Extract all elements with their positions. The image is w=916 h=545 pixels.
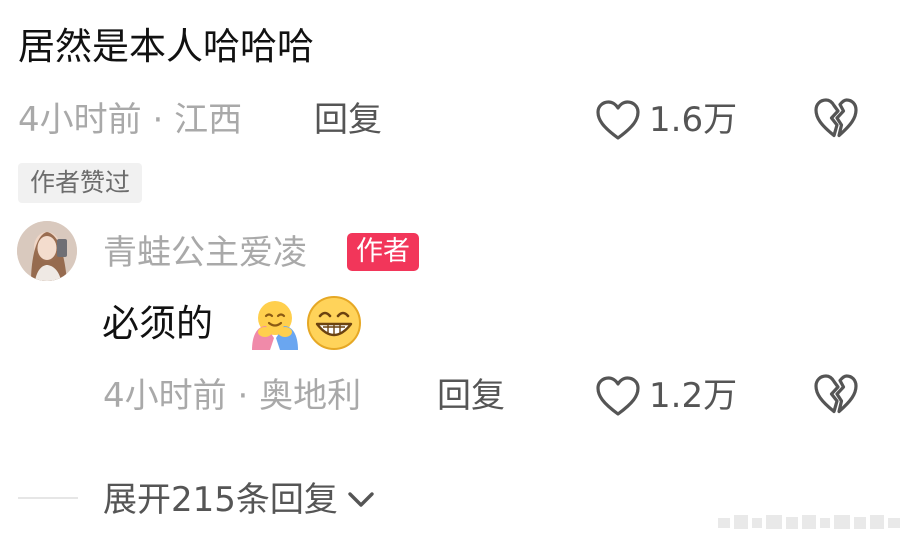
- divider: [18, 497, 78, 499]
- heart-outline-icon: [595, 375, 641, 417]
- reply-like-button[interactable]: 1.2万: [595, 374, 737, 418]
- reply-meta: 4小时前 · 奥地利: [103, 374, 361, 418]
- hug-emoji: [246, 294, 304, 352]
- reply-dislike-button[interactable]: [812, 374, 860, 418]
- comment-text: 居然是本人哈哈哈: [18, 25, 314, 68]
- reply-username[interactable]: 青蛙公主爱凌: [103, 231, 307, 275]
- comment-location: 江西: [174, 100, 243, 140]
- reply-time: 4小时前: [103, 376, 227, 416]
- comment-meta: 4小时前 · 江西: [18, 98, 242, 142]
- meta-separator: ·: [237, 376, 249, 416]
- author-badge: 作者: [347, 233, 419, 271]
- expand-replies-label: 展开215条回复: [103, 480, 338, 520]
- reply-location: 奥地利: [259, 376, 362, 416]
- comment-thread: 居然是本人哈哈哈 4小时前 · 江西 回复 1.6万 作者赞过 青蛙公主爱凌 作…: [0, 0, 916, 545]
- broken-heart-icon: [813, 97, 859, 143]
- watermark: [718, 512, 908, 532]
- grin-emoji: [305, 294, 363, 352]
- comment-dislike-button[interactable]: [812, 98, 860, 142]
- chevron-down-icon: [338, 490, 376, 510]
- reply-text: 必须的: [102, 302, 213, 345]
- reply-like-count: 1.2万: [649, 376, 738, 416]
- meta-separator: ·: [152, 100, 164, 140]
- broken-heart-icon: [813, 373, 859, 419]
- comment-time: 4小时前: [18, 100, 142, 140]
- reply-reply-button[interactable]: 回复: [437, 374, 505, 418]
- comment-like-count: 1.6万: [649, 100, 738, 140]
- expand-replies-button[interactable]: 展开215条回复: [103, 478, 376, 522]
- comment-reply-button[interactable]: 回复: [314, 98, 382, 142]
- author-liked-tag: 作者赞过: [18, 163, 143, 203]
- avatar[interactable]: [17, 221, 77, 281]
- comment-like-button[interactable]: 1.6万: [595, 98, 737, 142]
- heart-outline-icon: [595, 99, 641, 141]
